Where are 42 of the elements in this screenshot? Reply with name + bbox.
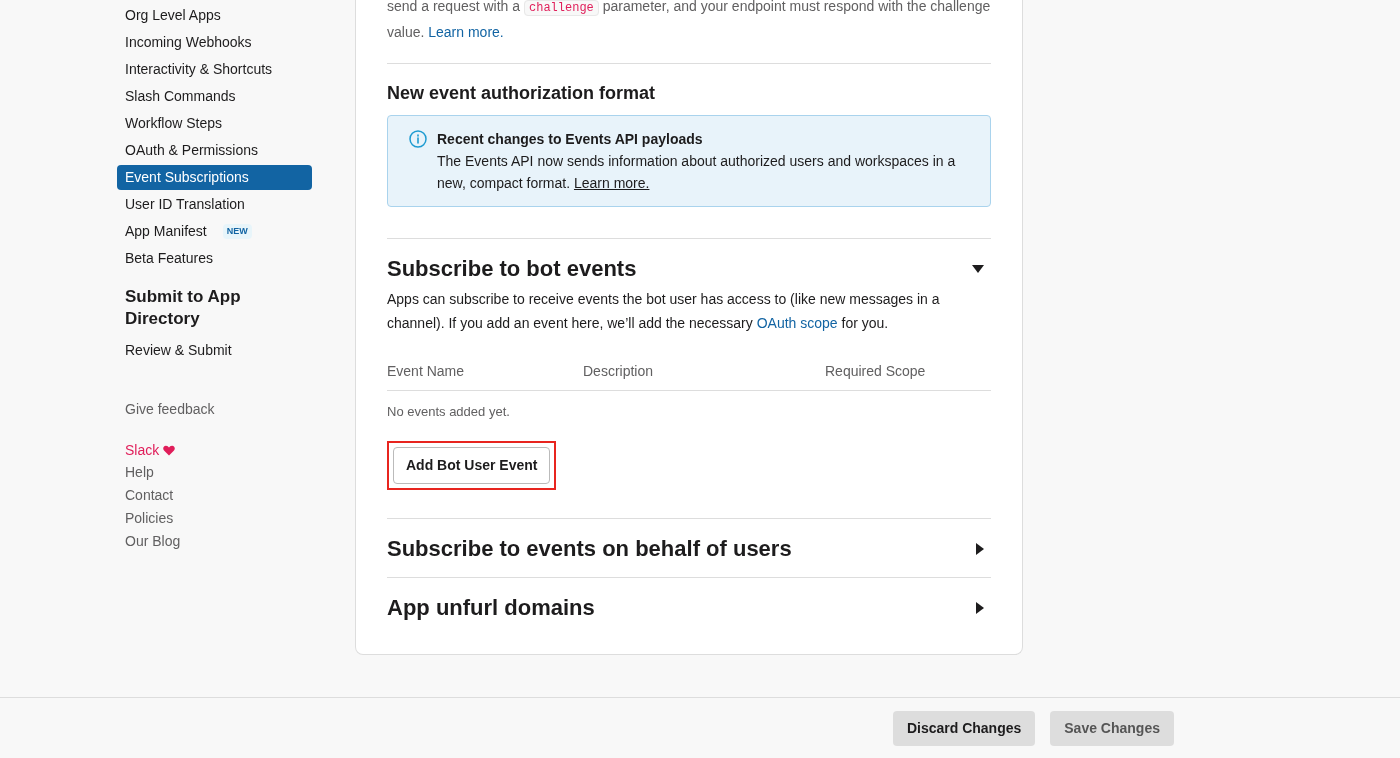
- learn-more-link[interactable]: Learn more.: [428, 24, 504, 40]
- column-header: Description: [583, 362, 655, 381]
- sidebar-item[interactable]: Workflow Steps: [117, 111, 230, 136]
- sidebar-item[interactable]: Incoming Webhooks: [117, 30, 260, 55]
- sidebar-item[interactable]: App Manifest: [117, 219, 215, 244]
- new-badge: NEW: [222, 223, 252, 240]
- brand-link[interactable]: Slack: [125, 440, 160, 461]
- column-header: Event Name: [387, 362, 466, 381]
- footer-link[interactable]: Contact: [125, 485, 304, 508]
- oauth-scope-link[interactable]: OAuth scope: [756, 315, 838, 331]
- learn-more-link[interactable]: Learn more.: [573, 175, 650, 191]
- sidebar-item[interactable]: User ID Translation: [117, 192, 253, 217]
- section-title[interactable]: App unfurl domains: [387, 593, 595, 622]
- sidebar-item[interactable]: Slash Commands: [117, 84, 244, 109]
- sidebar-item[interactable]: Org Level Apps: [117, 3, 229, 28]
- sidebar-item[interactable]: Review & Submit: [117, 340, 312, 361]
- section-heading: New event authorization format: [387, 82, 657, 105]
- sidebar-item[interactable]: Interactivity & Shortcuts: [117, 57, 281, 82]
- add-bot-user-event-button[interactable]: Add Bot User Event: [393, 446, 551, 484]
- sidebar-section-heading: Submit to App Directory: [124, 286, 242, 330]
- callout-title: Recent changes to Events API payloads: [437, 130, 704, 149]
- feedback-link[interactable]: Give feedback: [117, 399, 312, 420]
- empty-table-message: No events added yet.: [387, 403, 511, 421]
- callout-text: The Events API now sends information about authorized users and workspaces in a new, compact format. Learn more.: [437, 152, 957, 193]
- footer-link[interactable]: Our Blog: [125, 531, 304, 554]
- sidebar-item[interactable]: Beta Features: [117, 246, 221, 271]
- caret-right-icon[interactable]: [975, 600, 985, 615]
- sidebar-item[interactable]: Event Subscriptions: [117, 165, 312, 190]
- inline-code: challenge: [524, 0, 599, 16]
- footer-link[interactable]: Help: [125, 462, 304, 485]
- footer-button[interactable]: Discard Changes: [892, 710, 1036, 746]
- intro-paragraph: send a request with a challenge parameter, and your endpoint must respond with the challenge value. Learn more.: [387, 0, 991, 42]
- footer-link[interactable]: Policies: [125, 508, 304, 531]
- column-header: Required Scope: [825, 362, 927, 381]
- section-description: Apps can subscribe to receive events the bot user has access to (like new messages in a channel). If you add an event here, we’ll add the necessary OAuth scope for you.: [387, 290, 941, 333]
- info-icon: [409, 130, 427, 148]
- caret-right-icon[interactable]: [975, 541, 985, 556]
- section-title[interactable]: Subscribe to events on behalf of users: [387, 534, 792, 563]
- sidebar-item[interactable]: OAuth & Permissions: [117, 138, 267, 163]
- heart-icon: [163, 445, 176, 456]
- section-title[interactable]: Subscribe to bot events: [387, 255, 637, 283]
- caret-down-icon[interactable]: [971, 264, 985, 274]
